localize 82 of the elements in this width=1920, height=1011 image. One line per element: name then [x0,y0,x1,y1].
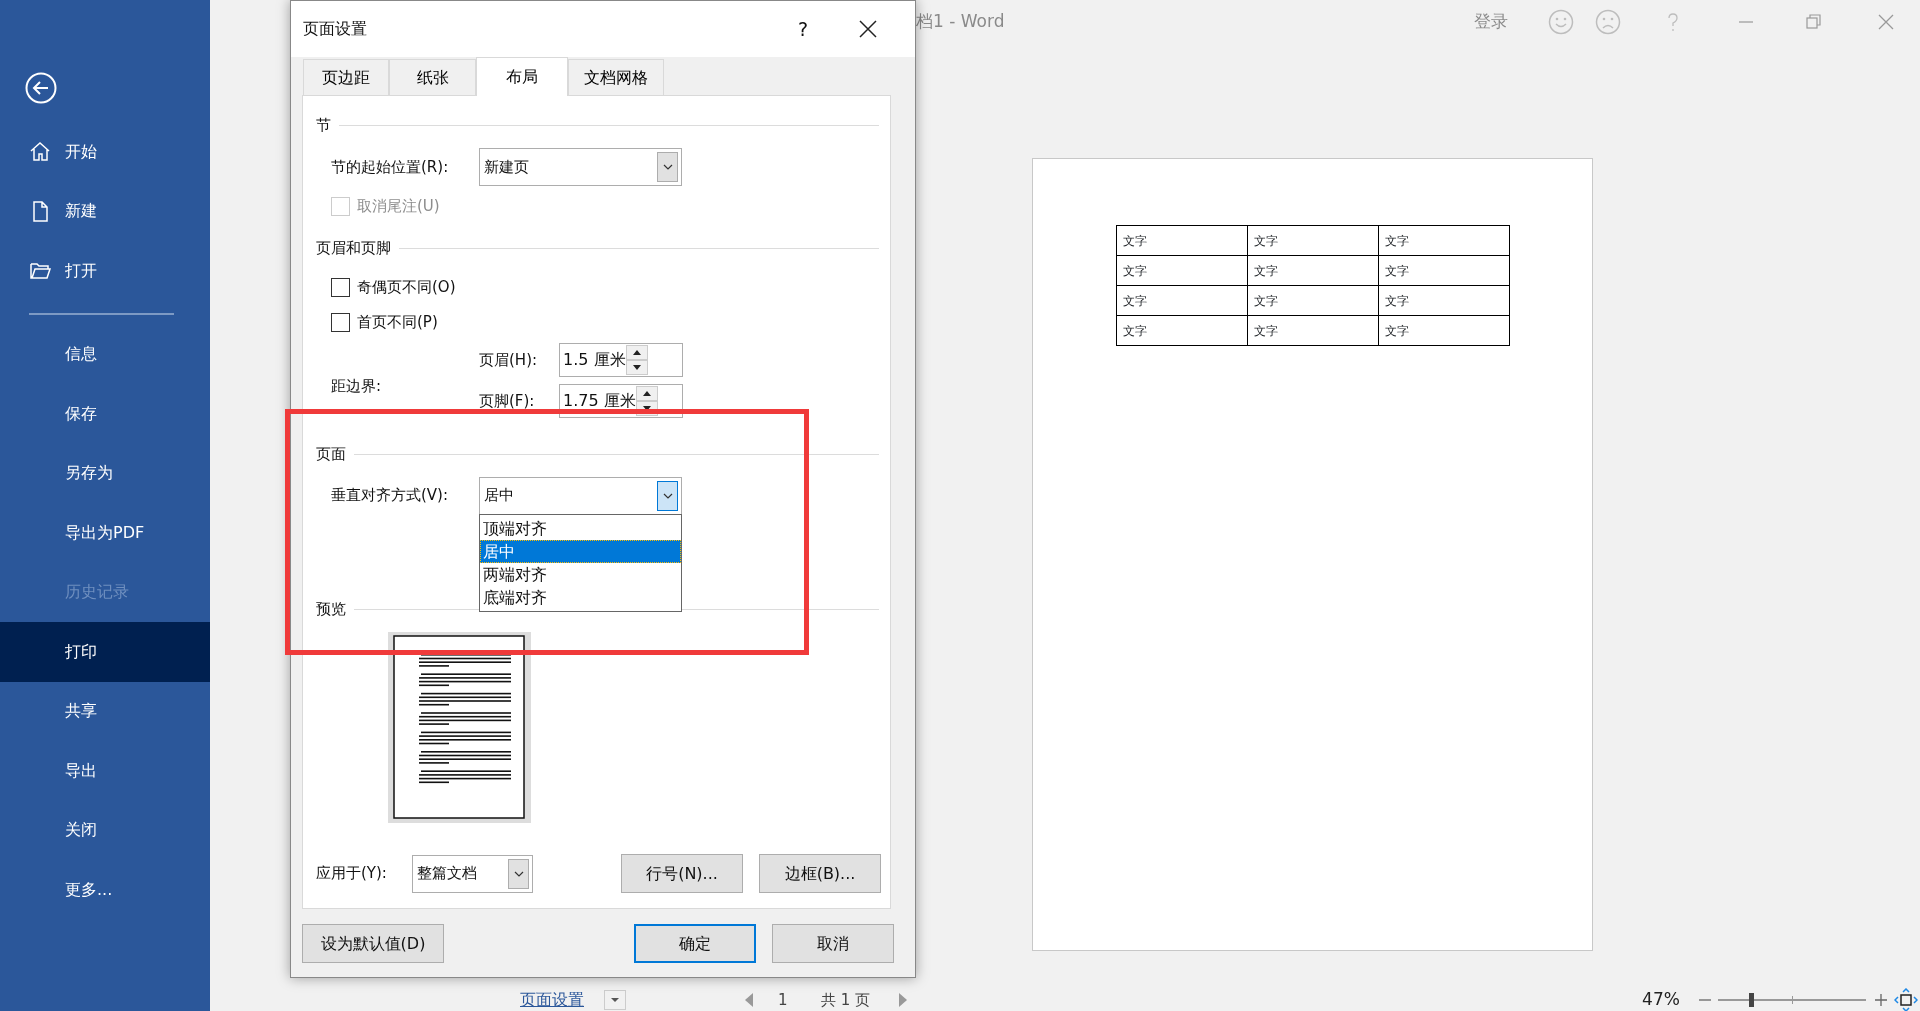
section-heading: 页面 [316,443,346,465]
spin-field[interactable]: 1.75 厘米 [559,384,683,418]
dropdown-option[interactable]: 底端对齐 [480,586,681,609]
table-cell: 文字 [1378,225,1510,256]
spin-buttons[interactable] [635,386,658,416]
zoom-percent[interactable]: 47% [1642,987,1680,1011]
table-cell: 文字 [1247,255,1379,286]
window-title: 档1 - Word [916,10,1005,34]
menu-item[interactable]: 关闭 [0,800,210,860]
slider-thumb[interactable] [1749,993,1755,1007]
home-icon [29,140,52,164]
menu-item[interactable]: 打印 [0,622,210,682]
table-cell: 文字 [1378,255,1510,286]
checkbox-label[interactable]: 奇偶页不同(O) [357,275,456,299]
back-icon[interactable] [25,72,57,104]
previous-page-icon[interactable] [744,992,754,1008]
dropdown-option[interactable]: 顶端对齐 [480,517,681,540]
restore-icon[interactable] [1806,14,1822,30]
dialog-button[interactable]: 确定 [634,924,756,963]
table-cell: 文字 [1247,315,1379,346]
dialog-button[interactable]: 边框(B)... [759,854,881,893]
dropdown-option[interactable]: 两端对齐 [480,563,681,586]
menu-item[interactable]: 信息 [0,324,210,384]
dropdown-field[interactable]: 新建页 [479,148,682,186]
tab[interactable]: 纸张 [389,59,476,95]
dropdown-field[interactable]: 整篇文档 [412,854,533,893]
spin-field[interactable]: 1.5 厘米 [559,343,683,377]
menu-item[interactable]: 打开 [0,241,210,301]
caret-icon [513,870,524,877]
dialog-title: 页面设置 [303,18,367,40]
section-heading: 预览 [316,598,346,620]
field-label: 页眉(H): [479,349,539,371]
page-number-field[interactable]: 1 [778,988,818,1011]
menu-item[interactable]: 保存 [0,384,210,444]
menu-item[interactable]: 更多... [0,860,210,920]
table-cell: 文字 [1116,285,1248,316]
dropdown-option[interactable]: 居中 [480,540,681,563]
checkbox[interactable] [331,312,350,332]
tab[interactable]: 页边距 [303,59,389,95]
dialog-button[interactable]: 取消 [772,924,894,963]
menu-item[interactable]: 新建 [0,181,210,241]
fit-page-icon[interactable] [1893,988,1918,1011]
menu-item[interactable]: 开始 [0,122,210,182]
caret-icon [662,492,673,499]
caret-icon [662,164,673,170]
checkbox[interactable] [331,277,350,297]
dialog-button[interactable]: 设为默认值(D) [302,924,444,963]
table-cell: 文字 [1378,285,1510,316]
zoom-in-icon[interactable] [1873,993,1888,1007]
page-setup-link[interactable]: 页面设置 [520,988,584,1011]
menu-item[interactable]: 导出 [0,741,210,801]
field-label: 节的起始位置(R): [331,156,450,178]
checkbox-label[interactable]: 首页不同(P) [357,310,438,334]
tab[interactable]: 文档网格 [568,59,664,95]
table-cell: 文字 [1247,285,1379,316]
help-icon[interactable] [1666,12,1680,32]
table-cell: 文字 [1378,315,1510,346]
field-label: 页脚(F): [479,390,536,412]
tab[interactable]: 布局 [476,57,568,96]
field-label: 垂直对齐方式(V): [331,485,450,507]
help-button[interactable]: ? [797,14,808,44]
section-heading: 页眉和页脚 [316,237,391,259]
menu-item[interactable]: 导出为PDF [0,503,210,563]
page-count: 共 1 页 [821,989,871,1011]
menu-item[interactable]: 共享 [0,681,210,741]
spin-buttons[interactable] [625,345,648,375]
section-heading: 节 [316,114,331,136]
table-cell: 文字 [1116,225,1248,256]
field-label: 距边界: [331,376,382,398]
frown-icon[interactable] [1595,9,1621,35]
close-icon[interactable] [859,20,877,38]
smiley-icon[interactable] [1548,9,1574,35]
table-cell: 文字 [1116,255,1248,286]
field-label: 应用于(Y): [316,863,388,885]
zoom-slider[interactable] [1717,993,1866,1007]
dropdown-field[interactable]: 居中 [479,476,682,515]
menu-item[interactable]: 另存为 [0,443,210,503]
next-page-icon[interactable] [898,992,909,1008]
dialog-button[interactable]: 行号(N)... [621,854,743,893]
table-cell: 文字 [1247,225,1379,256]
dropdown-icon[interactable] [604,990,626,1010]
table-cell: 文字 [1116,315,1248,346]
